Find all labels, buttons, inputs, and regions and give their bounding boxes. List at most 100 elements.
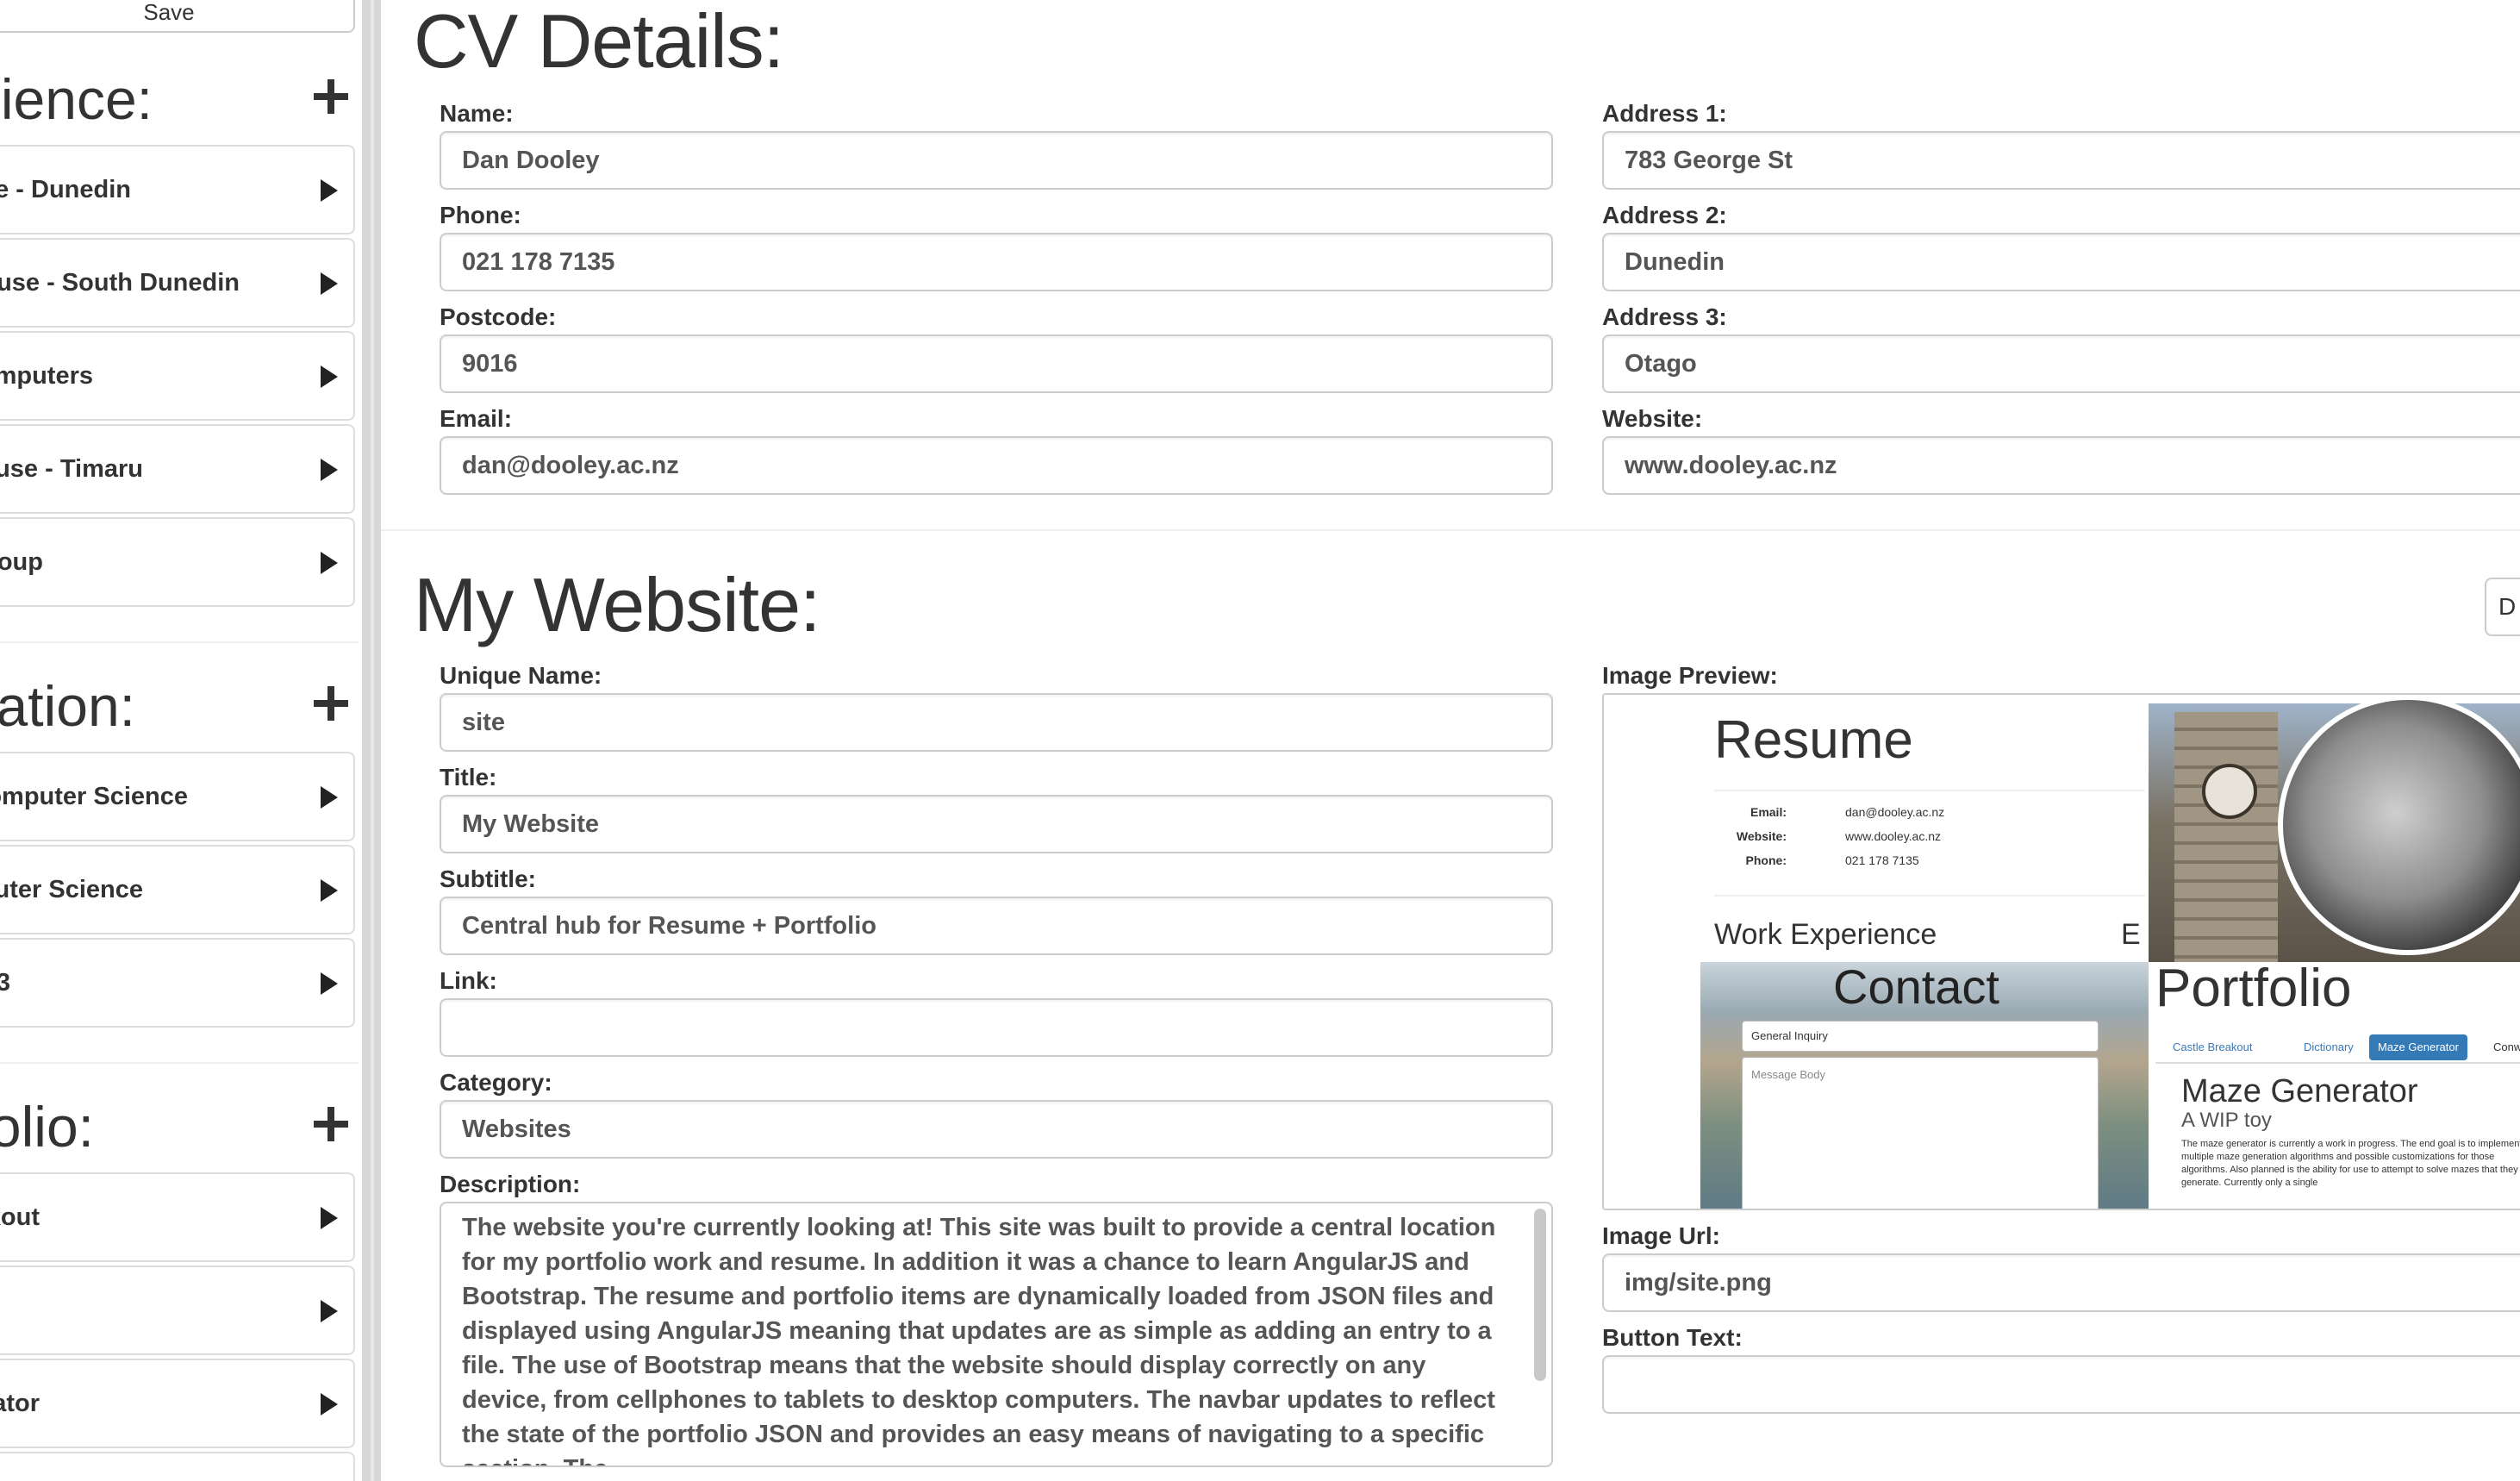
education-item-label: - Computer Science xyxy=(0,783,188,810)
description-textarea[interactable]: The website you're currently looking at!… xyxy=(440,1202,1553,1467)
preview-website-value: www.dooley.ac.nz xyxy=(1845,829,1942,843)
experience-item[interactable]: nce - Dunedin xyxy=(0,145,355,234)
sidebar: Save rience: nce - Dunedin house - South… xyxy=(0,0,359,1481)
description-text: The website you're currently looking at!… xyxy=(462,1214,1496,1465)
preview-contact-title: Contact xyxy=(1833,959,1999,1014)
preview-maze-title: Maze Generator xyxy=(2181,1073,2418,1109)
title-field[interactable]: My Website xyxy=(440,795,1553,853)
link-field[interactable] xyxy=(440,998,1553,1057)
preview-avatar xyxy=(2278,695,2520,955)
section-divider xyxy=(0,1062,359,1064)
add-portfolio-plus-icon[interactable] xyxy=(310,1103,352,1145)
phone-label: Phone: xyxy=(440,202,521,228)
button-text-label: Button Text: xyxy=(1602,1324,1743,1351)
postcode-field[interactable]: 9016 xyxy=(440,334,1553,393)
phone-field[interactable]: 021 178 7135 xyxy=(440,233,1553,291)
portfolio-item-label: erator xyxy=(0,1390,40,1417)
description-scrollbar[interactable] xyxy=(1534,1209,1546,1381)
triangle-right-icon[interactable] xyxy=(321,1300,338,1322)
preview-maze-description: The maze generator is currently a work i… xyxy=(2181,1139,2520,1188)
name-label: Name: xyxy=(440,100,514,127)
experience-section-header: rience: xyxy=(0,69,359,129)
triangle-right-icon[interactable] xyxy=(321,972,338,995)
address1-label: Address 1: xyxy=(1602,100,1727,127)
triangle-right-icon[interactable] xyxy=(321,272,338,295)
experience-item-label: house - South Dunedin xyxy=(0,269,240,297)
portfolio-item-label xyxy=(0,1267,302,1353)
section-divider xyxy=(381,529,2520,531)
address2-field[interactable]: Dunedin xyxy=(1602,233,2520,291)
name-field[interactable]: Dan Dooley xyxy=(440,131,1553,190)
education-item-label: nputer Science xyxy=(0,876,143,903)
preview-resume-title: Resume xyxy=(1714,710,1913,770)
triangle-right-icon[interactable] xyxy=(321,1393,338,1415)
email-field[interactable]: dan@dooley.ac.nz xyxy=(440,436,1553,495)
portfolio-item-label xyxy=(0,1453,302,1481)
address3-label: Address 3: xyxy=(1602,303,1727,330)
description-label: Description: xyxy=(440,1171,581,1197)
portfolio-item[interactable] xyxy=(0,1265,355,1355)
preview-email-value: dan@dooley.ac.nz xyxy=(1845,805,1945,819)
link-label: Link: xyxy=(440,967,497,994)
portfolio-item[interactable]: eakout xyxy=(0,1172,355,1262)
education-item[interactable]: nputer Science xyxy=(0,845,355,934)
portfolio-item-label: eakout xyxy=(0,1203,40,1231)
preview-clocktower-photo xyxy=(2149,695,2520,962)
experience-item[interactable]: house - Timaru xyxy=(0,424,355,514)
preview-work-experience: Work Experience xyxy=(1714,918,1937,951)
portfolio-item[interactable] xyxy=(0,1452,355,1481)
preview-divider xyxy=(1714,790,2145,791)
triangle-right-icon[interactable] xyxy=(321,1207,338,1229)
postcode-label: Postcode: xyxy=(440,303,557,330)
address2-label: Address 2: xyxy=(1602,202,1727,228)
category-label: Category: xyxy=(440,1069,552,1096)
preview-divider xyxy=(1714,895,2145,897)
image-url-label: Image Url: xyxy=(1602,1222,1720,1249)
add-education-plus-icon[interactable] xyxy=(310,683,352,724)
add-experience-plus-icon[interactable] xyxy=(310,76,352,117)
subtitle-field[interactable]: Central hub for Resume + Portfolio xyxy=(440,897,1553,955)
website-label: Website: xyxy=(1602,405,1703,432)
experience-item[interactable]: house - South Dunedin xyxy=(0,238,355,328)
clock-icon xyxy=(2202,764,2257,819)
experience-item-label: Computers xyxy=(0,362,93,390)
education-item-label: el 3 xyxy=(0,969,10,997)
triangle-right-icon[interactable] xyxy=(321,879,338,902)
category-field[interactable]: Websites xyxy=(440,1100,1553,1159)
triangle-right-icon[interactable] xyxy=(321,179,338,202)
portfolio-item[interactable]: erator xyxy=(0,1359,355,1448)
preview-email-label: Email: xyxy=(1750,805,1787,819)
experience-item-label: Group xyxy=(0,548,43,576)
preview-tab-divider xyxy=(2155,1062,2520,1064)
portfolio-section-header: olio: xyxy=(0,1097,359,1157)
preview-e-letter: E xyxy=(2121,918,2141,951)
subtitle-label: Subtitle: xyxy=(440,865,536,892)
address3-field[interactable]: Otago xyxy=(1602,334,2520,393)
unique-name-field[interactable]: site xyxy=(440,693,1553,752)
preview-tab-active: Maze Generator xyxy=(2369,1034,2467,1060)
image-url-field[interactable]: img/site.png xyxy=(1602,1253,2520,1312)
education-section-header: ation: xyxy=(0,676,359,736)
website-field[interactable]: www.dooley.ac.nz xyxy=(1602,436,2520,495)
save-button[interactable]: Save xyxy=(0,0,355,33)
delete-button[interactable]: D xyxy=(2485,578,2520,636)
experience-item[interactable]: Group xyxy=(0,517,355,607)
main-panel: CV Details: Name: Dan Dooley Phone: 021 … xyxy=(381,0,2520,1481)
experience-section-title: rience: xyxy=(0,67,153,131)
title-label: Title: xyxy=(440,764,497,790)
preview-inquiry-select: General Inquiry xyxy=(1742,1021,2099,1052)
panel-splitter[interactable] xyxy=(362,0,381,1481)
triangle-right-icon[interactable] xyxy=(321,552,338,574)
education-item[interactable]: - Computer Science xyxy=(0,752,355,841)
preview-tab: Conway's Life xyxy=(2493,1040,2520,1053)
triangle-right-icon[interactable] xyxy=(321,459,338,481)
education-item[interactable]: el 3 xyxy=(0,938,355,1028)
button-text-field[interactable] xyxy=(1602,1355,2520,1414)
triangle-right-icon[interactable] xyxy=(321,786,338,809)
email-label: Email: xyxy=(440,405,513,432)
address1-field[interactable]: 783 George St xyxy=(1602,131,2520,190)
triangle-right-icon[interactable] xyxy=(321,366,338,388)
experience-item[interactable]: Computers xyxy=(0,331,355,421)
preview-tab: Castle Breakout xyxy=(2173,1040,2253,1053)
experience-item-label: nce - Dunedin xyxy=(0,176,131,203)
